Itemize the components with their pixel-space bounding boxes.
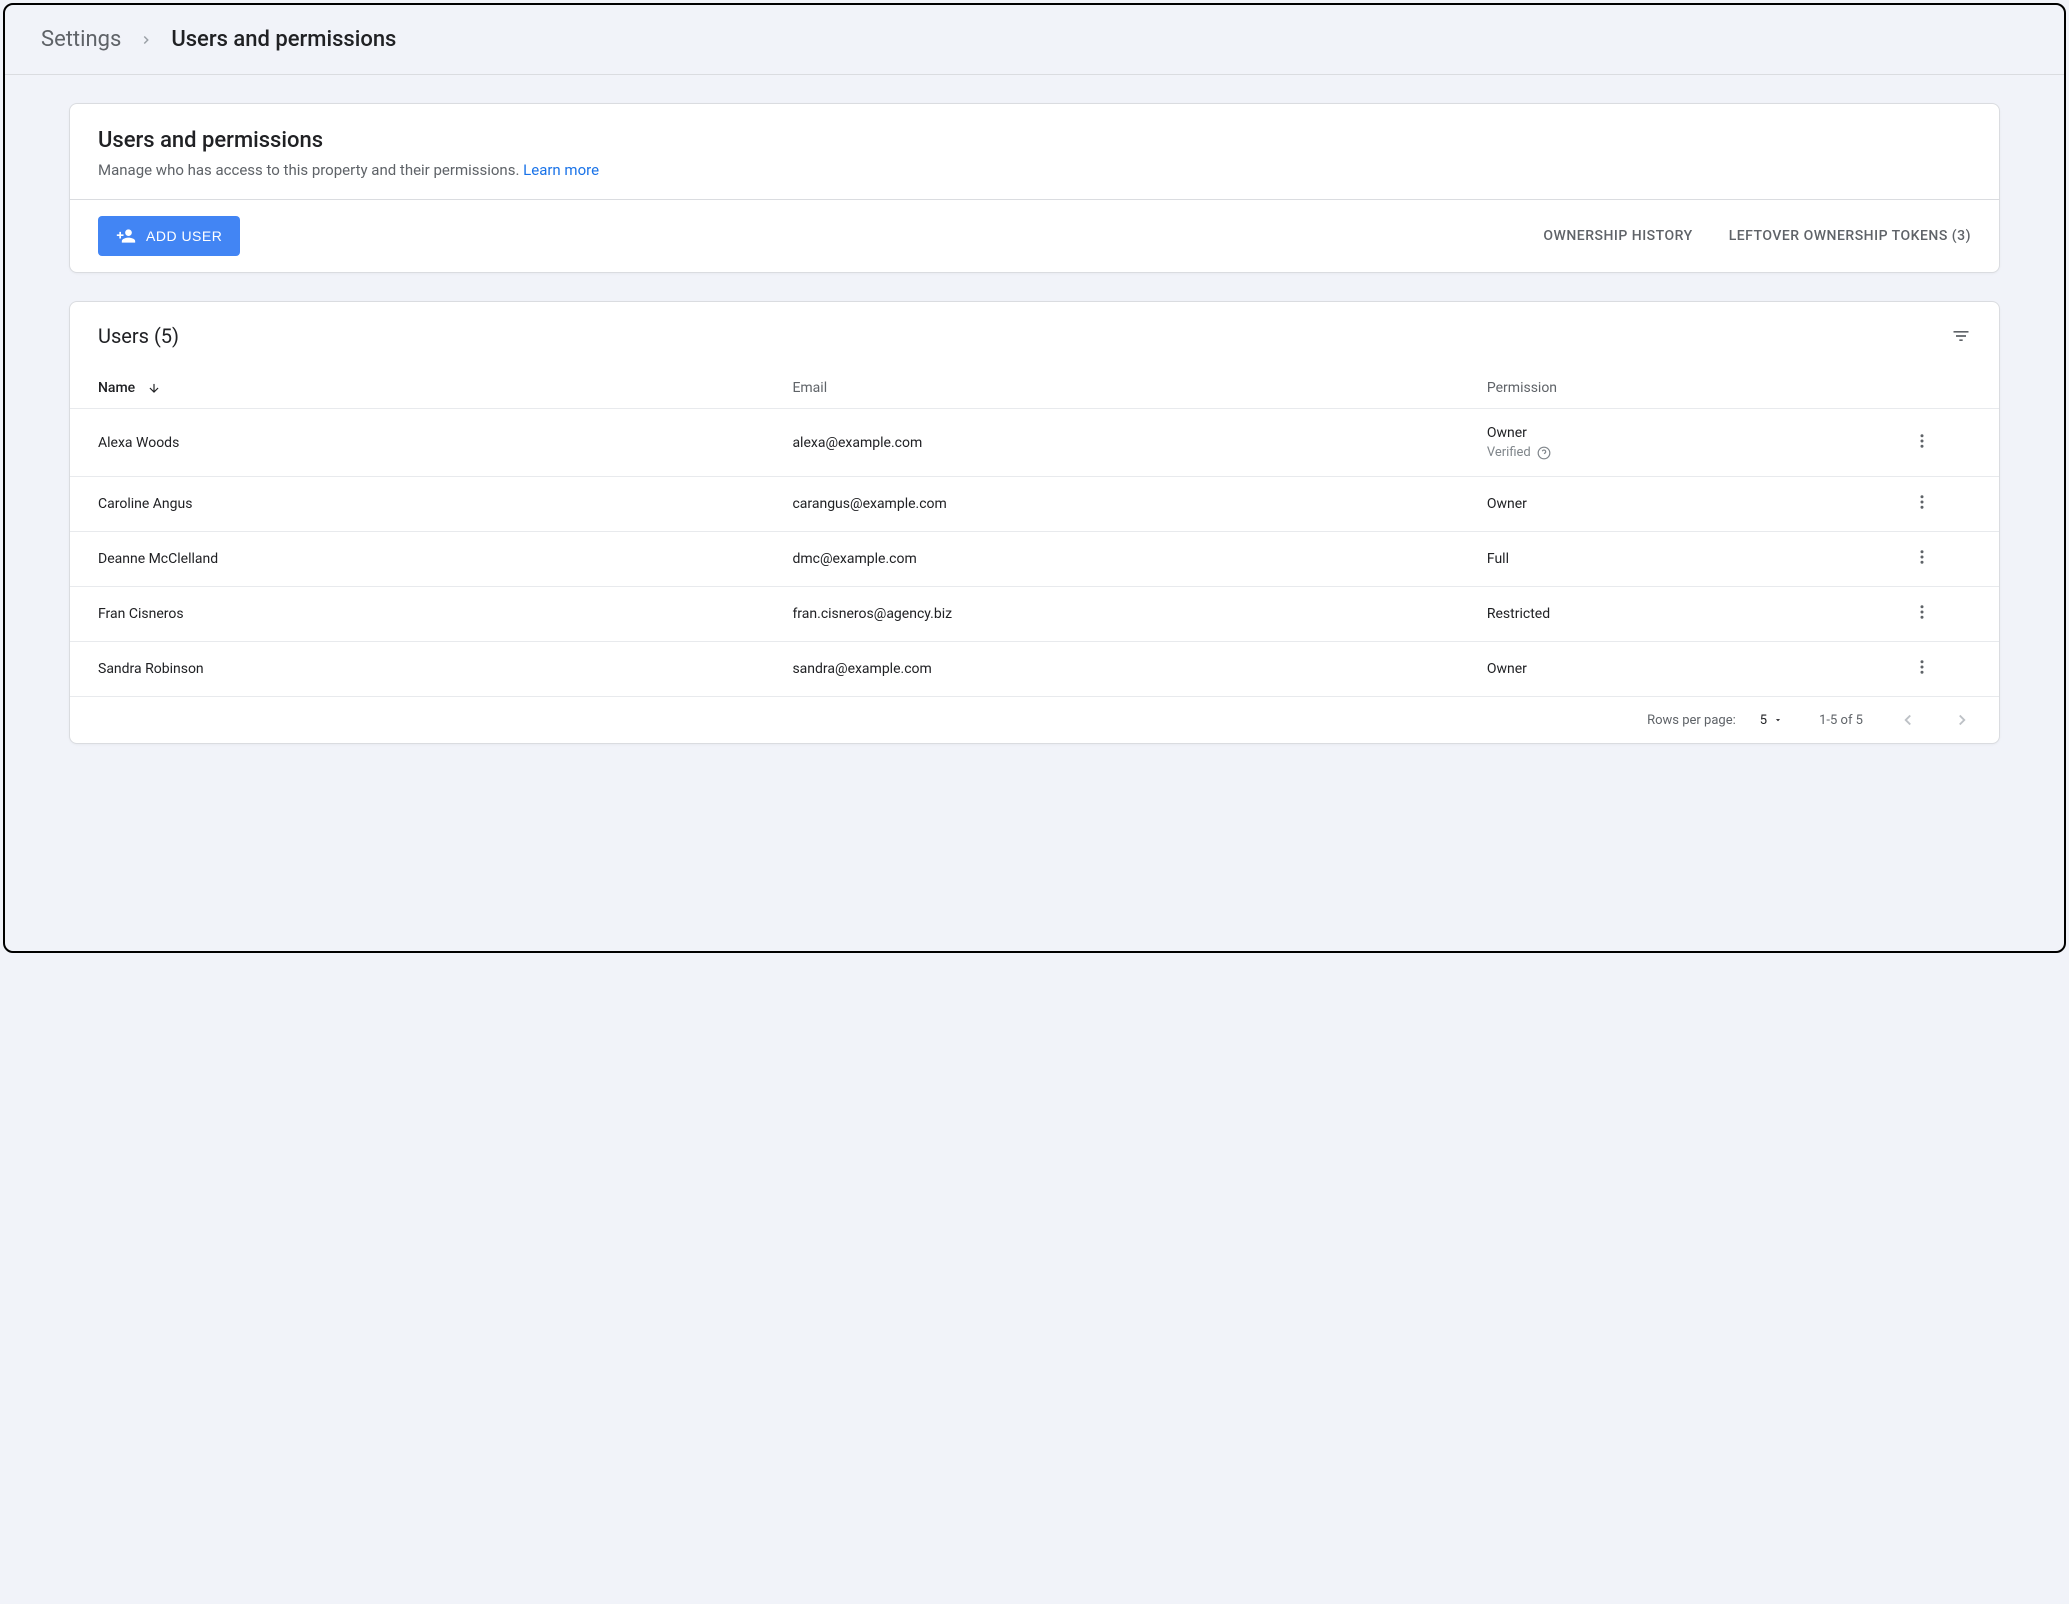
more-vert-icon: [1913, 493, 1931, 511]
user-email: sandra@example.com: [764, 642, 1458, 697]
permission-value: Full: [1487, 551, 1817, 567]
app-frame: Settings Users and permissions Users and…: [3, 3, 2066, 953]
column-header-name[interactable]: Name: [70, 362, 764, 409]
filter-icon[interactable]: [1951, 326, 1971, 346]
users-table: Name Email Permission Alexa Woodsalexa@e…: [70, 362, 1999, 697]
breadcrumb-current: Users and permissions: [171, 27, 396, 52]
user-permission: Owner: [1459, 477, 1845, 532]
permission-value: Restricted: [1487, 606, 1817, 622]
user-name: Caroline Angus: [70, 477, 764, 532]
user-name: Sandra Robinson: [70, 642, 764, 697]
breadcrumb-root[interactable]: Settings: [41, 27, 121, 52]
add-user-button[interactable]: ADD USER: [98, 216, 240, 256]
previous-page-button[interactable]: [1899, 711, 1917, 729]
user-permission: Owner: [1459, 642, 1845, 697]
arrow-down-icon: [147, 381, 161, 395]
user-email: dmc@example.com: [764, 532, 1458, 587]
pagination-range: 1-5 of 5: [1819, 713, 1863, 728]
user-name: Alexa Woods: [70, 409, 764, 477]
toolbar-links: OWNERSHIP HISTORY LEFTOVER OWNERSHIP TOK…: [1543, 228, 1971, 244]
page-title: Users and permissions: [98, 128, 1971, 153]
leftover-tokens-link[interactable]: LEFTOVER OWNERSHIP TOKENS (3): [1729, 228, 1971, 244]
permission-value: Owner: [1487, 425, 1817, 441]
row-actions-button[interactable]: [1845, 477, 1999, 532]
rows-per-page-value: 5: [1760, 713, 1767, 728]
card-header: Users and permissions Manage who has acc…: [70, 104, 1999, 199]
header-card: Users and permissions Manage who has acc…: [69, 103, 2000, 273]
permission-value: Owner: [1487, 661, 1817, 677]
row-actions-button[interactable]: [1845, 587, 1999, 642]
verified-badge: Verified: [1487, 445, 1817, 460]
breadcrumb: Settings Users and permissions: [5, 5, 2064, 75]
ownership-history-link[interactable]: OWNERSHIP HISTORY: [1543, 228, 1692, 244]
more-vert-icon: [1913, 603, 1931, 621]
user-email: carangus@example.com: [764, 477, 1458, 532]
row-actions-button[interactable]: [1845, 642, 1999, 697]
user-permission: Full: [1459, 532, 1845, 587]
users-table-card: Users (5) Name Email Permission: [69, 301, 2000, 744]
column-header-permission[interactable]: Permission: [1459, 362, 1845, 409]
pagination: Rows per page: 5 1-5 of 5: [70, 697, 1999, 743]
user-email: alexa@example.com: [764, 409, 1458, 477]
permission-value: Owner: [1487, 496, 1817, 512]
learn-more-link[interactable]: Learn more: [523, 161, 599, 179]
user-email: fran.cisneros@agency.biz: [764, 587, 1458, 642]
help-icon[interactable]: [1537, 446, 1551, 460]
caret-down-icon: [1773, 715, 1783, 725]
user-name: Deanne McClelland: [70, 532, 764, 587]
column-header-actions: [1845, 362, 1999, 409]
chevron-right-icon: [139, 33, 153, 47]
row-actions-button[interactable]: [1845, 532, 1999, 587]
add-user-label: ADD USER: [146, 228, 222, 244]
column-header-email[interactable]: Email: [764, 362, 1458, 409]
rows-per-page-label: Rows per page:: [1647, 713, 1736, 728]
table-row: Deanne McClellanddmc@example.com Full: [70, 532, 1999, 587]
user-permission: Owner Verified: [1459, 409, 1845, 477]
toolbar: ADD USER OWNERSHIP HISTORY LEFTOVER OWNE…: [70, 199, 1999, 272]
more-vert-icon: [1913, 658, 1931, 676]
user-permission: Restricted: [1459, 587, 1845, 642]
description-text: Manage who has access to this property a…: [98, 161, 519, 179]
table-title: Users (5): [98, 324, 179, 348]
column-header-name-label: Name: [98, 380, 135, 396]
row-actions-button[interactable]: [1845, 409, 1999, 477]
more-vert-icon: [1913, 432, 1931, 450]
table-row: Fran Cisnerosfran.cisneros@agency.biz Res…: [70, 587, 1999, 642]
more-vert-icon: [1913, 548, 1931, 566]
table-row: Sandra Robinsonsandra@example.com Owner: [70, 642, 1999, 697]
rows-per-page: Rows per page: 5: [1647, 713, 1783, 728]
table-row: Alexa Woodsalexa@example.com Owner Verifie…: [70, 409, 1999, 477]
table-header-row: Name Email Permission: [70, 362, 1999, 409]
table-row: Caroline Anguscarangus@example.com Owner: [70, 477, 1999, 532]
user-name: Fran Cisneros: [70, 587, 764, 642]
page-description: Manage who has access to this property a…: [98, 161, 1971, 179]
person-add-icon: [116, 226, 136, 246]
pager: [1899, 711, 1971, 729]
rows-per-page-select[interactable]: 5: [1760, 713, 1783, 728]
next-page-button[interactable]: [1953, 711, 1971, 729]
table-head: Users (5): [70, 302, 1999, 362]
